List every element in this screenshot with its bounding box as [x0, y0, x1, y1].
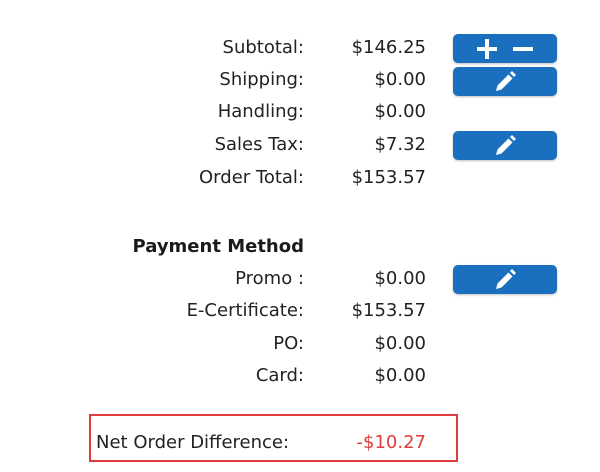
order-total-row: Order Total: $153.57 [0, 163, 600, 193]
card-row: Card: $0.00 [0, 361, 600, 391]
order-total-value: $153.57 [351, 167, 426, 188]
ecertificate-row: E-Certificate: $153.57 [0, 296, 600, 326]
po-label: PO: [273, 333, 304, 354]
pencil-icon [496, 268, 516, 289]
card-value: $0.00 [374, 365, 426, 386]
adjust-subtotal-button[interactable] [453, 34, 557, 63]
net-difference-label: Net Order Difference: [96, 432, 290, 453]
promo-value: $0.00 [374, 268, 426, 289]
edit-shipping-button[interactable] [453, 67, 557, 96]
po-value: $0.00 [374, 333, 426, 354]
plus-icon [477, 38, 497, 59]
net-difference-value: -$10.27 [356, 432, 426, 453]
payment-method-heading: Payment Method [132, 236, 304, 257]
pencil-icon [496, 134, 516, 155]
edit-sales-tax-button[interactable] [453, 131, 557, 160]
ecertificate-label: E-Certificate: [186, 300, 304, 321]
subtotal-value: $146.25 [351, 37, 426, 58]
po-row: PO: $0.00 [0, 329, 600, 359]
subtotal-label: Subtotal: [222, 37, 304, 58]
order-total-label: Order Total: [199, 167, 304, 188]
promo-label: Promo : [235, 268, 304, 289]
handling-value: $0.00 [374, 101, 426, 122]
sales-tax-label: Sales Tax: [214, 134, 304, 155]
edit-payment-button[interactable] [453, 265, 557, 294]
ecertificate-value: $153.57 [351, 300, 426, 321]
shipping-value: $0.00 [374, 69, 426, 90]
minus-icon [513, 46, 533, 51]
shipping-label: Shipping: [219, 69, 304, 90]
handling-row: Handling: $0.00 [0, 97, 600, 127]
pencil-icon [496, 70, 516, 91]
payment-method-heading-row: Payment Method [0, 232, 600, 262]
handling-label: Handling: [217, 101, 304, 122]
sales-tax-value: $7.32 [374, 134, 426, 155]
card-label: Card: [255, 365, 304, 386]
